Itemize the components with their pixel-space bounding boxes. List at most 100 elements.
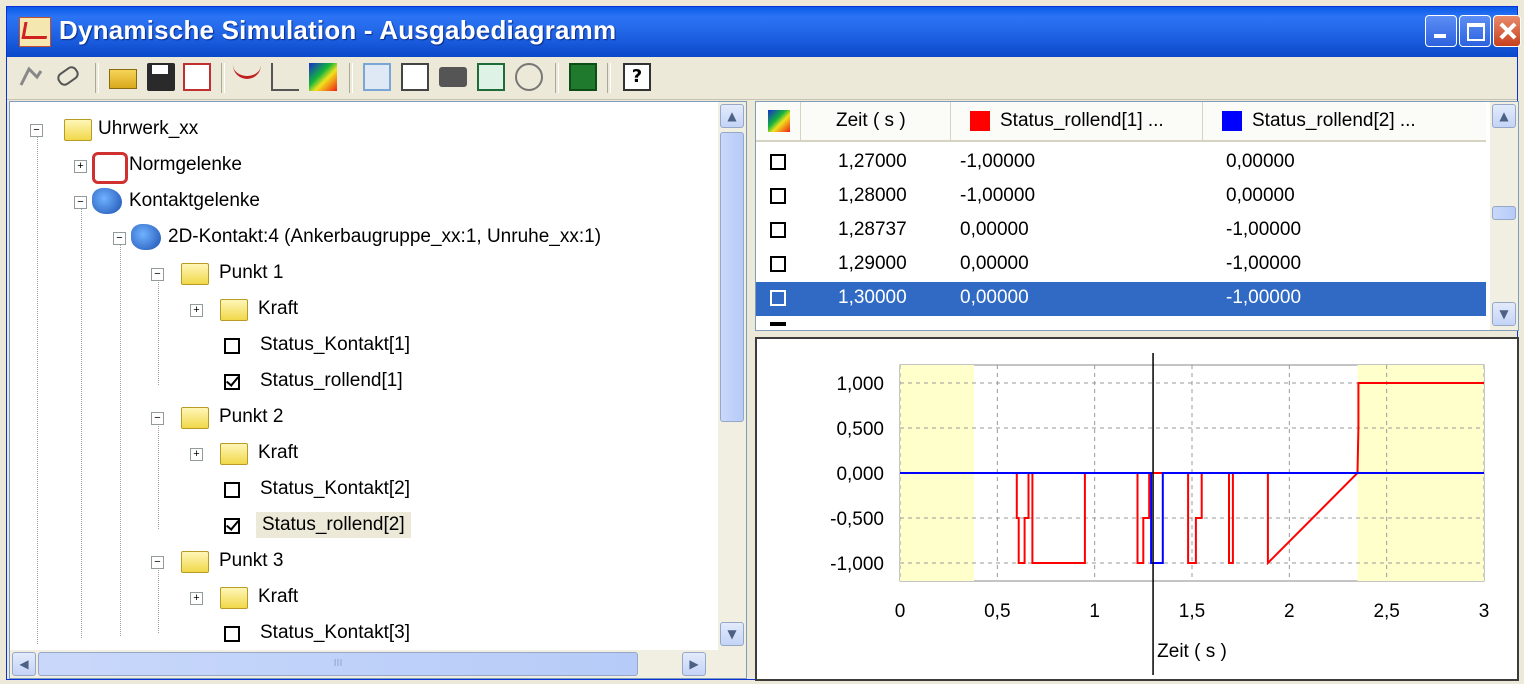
column-header-label: Zeit ( s ) (836, 110, 906, 131)
print-icon[interactable] (439, 67, 467, 87)
tree-label: Kraft (258, 298, 299, 319)
toolbar-separator (555, 63, 559, 93)
excel-icon[interactable] (569, 63, 597, 91)
folder-icon (181, 551, 209, 573)
joint-icon (92, 152, 128, 184)
table-row[interactable]: 1,29000 0,00000 -1,00000 (756, 248, 1486, 282)
series-1-swatch (970, 110, 990, 131)
collapse-icon[interactable]: − (151, 556, 164, 569)
folder-icon (220, 443, 248, 465)
eraser-icon[interactable] (54, 63, 82, 89)
column-header-series-1[interactable]: Status_rollend[1] ... (950, 102, 1203, 140)
checkbox-unchecked[interactable] (224, 626, 240, 642)
table-cell: 1,28737 (838, 219, 907, 240)
contact-joint-icon (131, 224, 161, 250)
collapse-icon[interactable]: − (151, 268, 164, 281)
table-row[interactable]: 1,27000 -1,00000 0,00000 (756, 146, 1486, 180)
row-checkbox[interactable] (770, 290, 786, 306)
table-row[interactable]: 1,28000 -1,00000 0,00000 (756, 180, 1486, 214)
y-tick-label: 0,500 (836, 419, 884, 440)
expand-icon[interactable]: + (190, 304, 203, 317)
scroll-up-icon[interactable]: ▲ (720, 104, 744, 128)
zoom-fit-icon[interactable] (477, 63, 505, 91)
table-cell: 0,00000 (960, 253, 1029, 274)
checkbox-checked[interactable] (224, 374, 240, 390)
tree-label: Punkt 2 (219, 406, 284, 427)
checkbox-checked[interactable] (224, 518, 240, 534)
x-tick-label: 0 (895, 601, 906, 622)
scrollbar-thumb[interactable]: III (38, 652, 638, 676)
expand-icon[interactable]: + (190, 592, 203, 605)
folder-icon (64, 119, 92, 141)
table-cell: 0,00000 (960, 219, 1029, 240)
colormap-icon (768, 110, 790, 132)
table-cell: 0,00000 (960, 287, 1029, 308)
row-checkbox[interactable] (770, 222, 786, 238)
collapse-icon[interactable]: − (151, 412, 164, 425)
simulation-icon[interactable] (17, 63, 45, 91)
close-icon[interactable] (1493, 15, 1521, 47)
zoom-icon[interactable] (515, 63, 543, 91)
tree-label: Normgelenke (129, 154, 242, 175)
toolbar-separator (349, 63, 353, 93)
y-tick-label: -0,500 (830, 509, 884, 530)
column-header-time[interactable]: Zeit ( s ) (800, 102, 951, 140)
table-row[interactable]: 1,28737 0,00000 -1,00000 (756, 214, 1486, 248)
table-cell: 1,30000 (838, 287, 907, 308)
tree-vertical-scrollbar[interactable]: ▲ ▼ (718, 102, 746, 650)
expand-icon[interactable]: + (190, 448, 203, 461)
tree-label: Status_Kontakt[2] (260, 478, 410, 499)
window-title: Dynamische Simulation - Ausgabediagramm (59, 15, 617, 45)
output-chart[interactable]: 1,000 0,500 0,000 -0,500 -1,000 0 0,5 1 1,5 2 2,5 3… (755, 337, 1519, 681)
x-tick-label: 3 (1479, 601, 1490, 622)
export-icon[interactable] (183, 63, 211, 91)
tree-horizontal-scrollbar[interactable]: ◀ III ▶ (10, 650, 746, 678)
tree-label: Punkt 3 (219, 550, 284, 571)
tree-guide (120, 236, 121, 636)
row-checkbox[interactable] (770, 154, 786, 170)
title-bar[interactable]: Dynamische Simulation - Ausgabediagramm (7, 7, 1521, 57)
maximize-icon[interactable] (1459, 15, 1491, 47)
x-axis-label: Zeit ( s ) (1157, 641, 1227, 662)
scroll-left-icon[interactable]: ◀ (12, 652, 36, 676)
minimize-icon[interactable] (1425, 15, 1457, 47)
checkbox-unchecked[interactable] (224, 338, 240, 354)
x-tick-label: 1,5 (1179, 601, 1205, 622)
scroll-down-icon[interactable]: ▼ (1492, 302, 1516, 326)
save-icon[interactable] (147, 63, 175, 91)
column-header-label: Status_rollend[1] ... (1000, 110, 1164, 131)
axes-icon[interactable] (271, 63, 299, 91)
app-window: Dynamische Simulation - Ausgabediagramm … (6, 6, 1521, 681)
collapse-icon[interactable]: − (113, 232, 126, 245)
tree-label: Uhrwerk_xx (98, 118, 199, 139)
scroll-down-icon[interactable]: ▼ (720, 622, 744, 646)
help-icon[interactable]: ? (623, 63, 651, 91)
collapse-icon[interactable]: − (30, 124, 43, 137)
scrollbar-thumb[interactable] (1492, 206, 1516, 220)
table-row[interactable]: 1,30000 0,00000 -1,00000 (756, 282, 1486, 316)
expand-icon[interactable]: + (74, 160, 87, 173)
toolbar: ? (7, 57, 1517, 100)
row-checkbox[interactable] (770, 188, 786, 204)
table-header-icon-cell[interactable] (756, 102, 801, 140)
tree-guide (158, 270, 159, 385)
copy-icon[interactable] (401, 63, 429, 91)
table-vertical-scrollbar[interactable]: ▲ ▼ (1490, 102, 1518, 330)
column-header-series-2[interactable]: Status_rollend[2] ... (1202, 102, 1454, 140)
pointer-icon[interactable] (363, 63, 391, 91)
open-folder-icon[interactable] (109, 69, 137, 89)
row-checkbox[interactable] (770, 256, 786, 272)
y-tick-label: -1,000 (830, 554, 884, 575)
tree-label: Kraft (258, 442, 299, 463)
scrollbar-thumb[interactable] (720, 132, 744, 422)
curve-icon[interactable] (233, 63, 261, 79)
colormap-icon[interactable] (309, 63, 337, 91)
scroll-right-icon[interactable]: ▶ (682, 652, 706, 676)
collapse-icon[interactable]: − (74, 196, 87, 209)
table-cell: 0,00000 (1226, 185, 1295, 206)
table-cell: -1,00000 (1226, 219, 1302, 240)
tree-label: 2D-Kontakt:4 (Ankerbaugruppe_xx:1, Unruh… (168, 226, 602, 247)
scroll-up-icon[interactable]: ▲ (1492, 104, 1516, 128)
tree-guide (158, 414, 159, 529)
checkbox-unchecked[interactable] (224, 482, 240, 498)
